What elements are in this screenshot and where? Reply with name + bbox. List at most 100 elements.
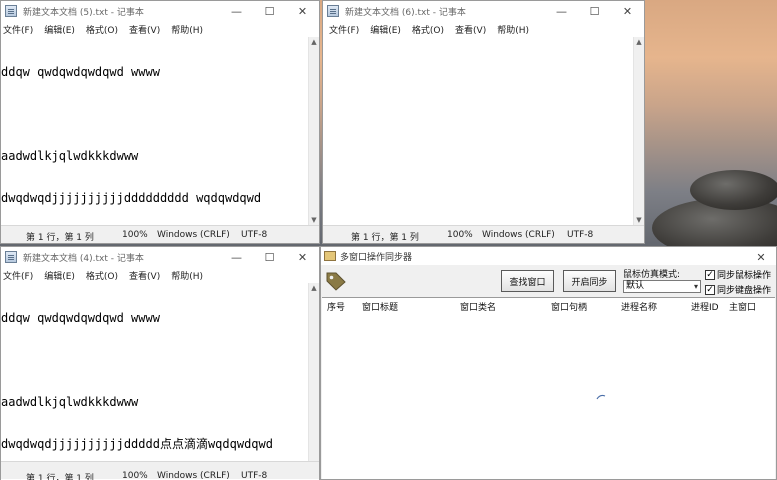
menu-bar: 文件(F) 编辑(E) 格式(O) 查看(V) 帮助(H) bbox=[323, 21, 644, 37]
vertical-scrollbar[interactable]: ▲ ▼ bbox=[633, 37, 644, 225]
close-button[interactable]: ✕ bbox=[286, 1, 319, 21]
status-bar: 第 1 行，第 1 列 100% Windows (CRLF) UTF-8 bbox=[323, 225, 644, 243]
scroll-up-icon[interactable]: ▲ bbox=[309, 283, 319, 293]
column-header-index[interactable]: 序号 bbox=[327, 300, 345, 313]
folder-icon bbox=[324, 251, 336, 261]
cursor-position: 第 1 行，第 1 列 bbox=[351, 233, 419, 243]
zoom-level: 100% bbox=[122, 471, 148, 480]
encoding: UTF-8 bbox=[241, 230, 268, 240]
status-bar: 第 1 行，第 1 列 100% Windows (CRLF) UTF-8 bbox=[1, 225, 319, 243]
notepad-window-6[interactable]: 新建文本文档 (6).txt - 记事本 — ☐ ✕ 文件(F) 编辑(E) 格… bbox=[322, 0, 645, 244]
minimize-button[interactable]: — bbox=[545, 1, 578, 21]
mouse-mode-value: 默认 bbox=[626, 281, 645, 291]
menu-file[interactable]: 文件(F) bbox=[3, 23, 33, 36]
menu-bar: 文件(F) 编辑(E) 格式(O) 查看(V) 帮助(H) bbox=[1, 21, 319, 37]
zoom-level: 100% bbox=[447, 230, 473, 240]
text-line: ddqw qwdqwdqwdqwd wwww bbox=[1, 65, 160, 79]
scroll-up-icon[interactable]: ▲ bbox=[309, 37, 319, 47]
encoding: UTF-8 bbox=[567, 230, 594, 240]
window-list[interactable]: 序号 窗口标题 窗口类名 窗口句柄 进程名称 进程ID 主窗口 bbox=[322, 297, 775, 479]
cursor-icon bbox=[596, 394, 606, 400]
menu-file[interactable]: 文件(F) bbox=[3, 269, 33, 282]
title-bar[interactable]: 新建文本文档 (6).txt - 记事本 — ☐ ✕ bbox=[323, 1, 644, 21]
menu-view[interactable]: 查看(V) bbox=[455, 23, 486, 36]
mouse-mode-select[interactable]: 默认 ▾ bbox=[623, 280, 701, 293]
sync-tool-window[interactable]: 多窗口操作同步器 ✕ 查找窗口 开启同步 鼠标仿真模式: 默认 ▾ ✓ 同步鼠标… bbox=[320, 246, 777, 480]
check-icon: ✓ bbox=[705, 284, 715, 295]
vertical-scrollbar[interactable]: ▲ bbox=[308, 283, 319, 467]
tag-icon bbox=[326, 272, 346, 291]
menu-edit[interactable]: 编辑(E) bbox=[44, 269, 75, 282]
text-line bbox=[1, 353, 308, 367]
close-button[interactable]: ✕ bbox=[611, 1, 644, 21]
vertical-scrollbar[interactable]: ▲ ▼ bbox=[308, 37, 319, 225]
scroll-down-icon[interactable]: ▼ bbox=[309, 215, 319, 225]
notepad-icon bbox=[327, 5, 339, 17]
text-line: aadwdlkjqlwdkkkdwww bbox=[1, 149, 139, 163]
sync-mouse-label: 同步鼠标操作 bbox=[717, 271, 772, 281]
encoding: UTF-8 bbox=[241, 471, 268, 480]
maximize-button[interactable]: ☐ bbox=[253, 1, 286, 21]
window-title: 新建文本文档 (4).txt - 记事本 bbox=[23, 253, 144, 264]
line-ending: Windows (CRLF) bbox=[482, 230, 555, 240]
minimize-button[interactable]: — bbox=[220, 1, 253, 21]
sync-keyboard-checkbox[interactable]: ✓ 同步键盘操作 bbox=[705, 283, 771, 296]
text-editor[interactable]: ddqw qwdqwdqwdqwd wwww aadwdlkjqlwdkkkdw… bbox=[1, 37, 308, 225]
notepad-window-4[interactable]: 新建文本文档 (4).txt - 记事本 — ☐ ✕ 文件(F) 编辑(E) 格… bbox=[0, 246, 320, 480]
desktop-rock bbox=[690, 170, 777, 210]
maximize-button[interactable]: ☐ bbox=[253, 247, 286, 267]
text-line bbox=[1, 107, 308, 121]
notepad-icon bbox=[5, 251, 17, 263]
text-line: ddqw qwdqwdqwdqwd wwww bbox=[1, 311, 160, 325]
column-header-class[interactable]: 窗口类名 bbox=[460, 300, 496, 313]
start-sync-button[interactable]: 开启同步 bbox=[563, 270, 616, 292]
window-title: 新建文本文档 (6).txt - 记事本 bbox=[345, 7, 466, 18]
column-header-title[interactable]: 窗口标题 bbox=[362, 300, 398, 313]
text-line: dwqdwqdjjjjjjjjjjddddd点点滴滴wqdqwdqwd bbox=[1, 437, 273, 451]
title-bar[interactable]: 新建文本文档 (5).txt - 记事本 — ☐ ✕ bbox=[1, 1, 319, 21]
menu-format[interactable]: 格式(O) bbox=[86, 23, 118, 36]
column-header-main-window[interactable]: 主窗口 bbox=[729, 300, 756, 313]
zoom-level: 100% bbox=[122, 230, 148, 240]
sync-mouse-checkbox[interactable]: ✓ 同步鼠标操作 bbox=[705, 268, 771, 281]
column-header-handle[interactable]: 窗口句柄 bbox=[551, 300, 587, 313]
menu-edit[interactable]: 编辑(E) bbox=[370, 23, 401, 36]
window-title: 多窗口操作同步器 bbox=[340, 252, 413, 263]
line-ending: Windows (CRLF) bbox=[157, 471, 230, 480]
line-ending: Windows (CRLF) bbox=[157, 230, 230, 240]
title-bar[interactable]: 多窗口操作同步器 ✕ bbox=[321, 247, 776, 265]
minimize-button[interactable]: — bbox=[220, 247, 253, 267]
scroll-down-icon[interactable]: ▼ bbox=[634, 215, 644, 225]
cursor-position: 第 1 行，第 1 列 bbox=[26, 233, 94, 243]
text-editor[interactable] bbox=[323, 37, 633, 225]
window-title: 新建文本文档 (5).txt - 记事本 bbox=[23, 7, 144, 18]
column-header-process-id[interactable]: 进程ID bbox=[691, 300, 719, 313]
close-button[interactable]: ✕ bbox=[746, 247, 776, 267]
chevron-down-icon: ▾ bbox=[693, 282, 698, 291]
menu-bar: 文件(F) 编辑(E) 格式(O) 查看(V) 帮助(H) bbox=[1, 267, 319, 283]
status-bar: 第 1 行，第 1 列 100% Windows (CRLF) UTF-8 bbox=[1, 461, 319, 480]
menu-help[interactable]: 帮助(H) bbox=[171, 23, 203, 36]
menu-format[interactable]: 格式(O) bbox=[412, 23, 444, 36]
menu-help[interactable]: 帮助(H) bbox=[497, 23, 529, 36]
text-line: dwqdwqdjjjjjjjjjjddddddddd wqdqwdqwd bbox=[1, 191, 262, 205]
text-line: aadwdlkjqlwdkkkdwww bbox=[1, 395, 139, 409]
text-editor[interactable]: ddqw qwdqwdqwdqwd wwww aadwdlkjqlwdkkkdw… bbox=[1, 283, 308, 467]
notepad-window-5[interactable]: 新建文本文档 (5).txt - 记事本 — ☐ ✕ 文件(F) 编辑(E) 格… bbox=[0, 0, 320, 244]
menu-view[interactable]: 查看(V) bbox=[129, 269, 160, 282]
maximize-button[interactable]: ☐ bbox=[578, 1, 611, 21]
close-button[interactable]: ✕ bbox=[286, 247, 319, 267]
menu-help[interactable]: 帮助(H) bbox=[171, 269, 203, 282]
sync-keyboard-label: 同步键盘操作 bbox=[717, 286, 772, 296]
menu-file[interactable]: 文件(F) bbox=[329, 23, 359, 36]
scroll-up-icon[interactable]: ▲ bbox=[634, 37, 644, 47]
menu-edit[interactable]: 编辑(E) bbox=[44, 23, 75, 36]
title-bar[interactable]: 新建文本文档 (4).txt - 记事本 — ☐ ✕ bbox=[1, 247, 319, 267]
column-header-process-name[interactable]: 进程名称 bbox=[621, 300, 657, 313]
mouse-mode-label: 鼠标仿真模式: bbox=[623, 270, 681, 280]
menu-format[interactable]: 格式(O) bbox=[86, 269, 118, 282]
cursor-position: 第 1 行，第 1 列 bbox=[26, 474, 94, 480]
menu-view[interactable]: 查看(V) bbox=[129, 23, 160, 36]
find-windows-button[interactable]: 查找窗口 bbox=[501, 270, 554, 292]
notepad-icon bbox=[5, 5, 17, 17]
